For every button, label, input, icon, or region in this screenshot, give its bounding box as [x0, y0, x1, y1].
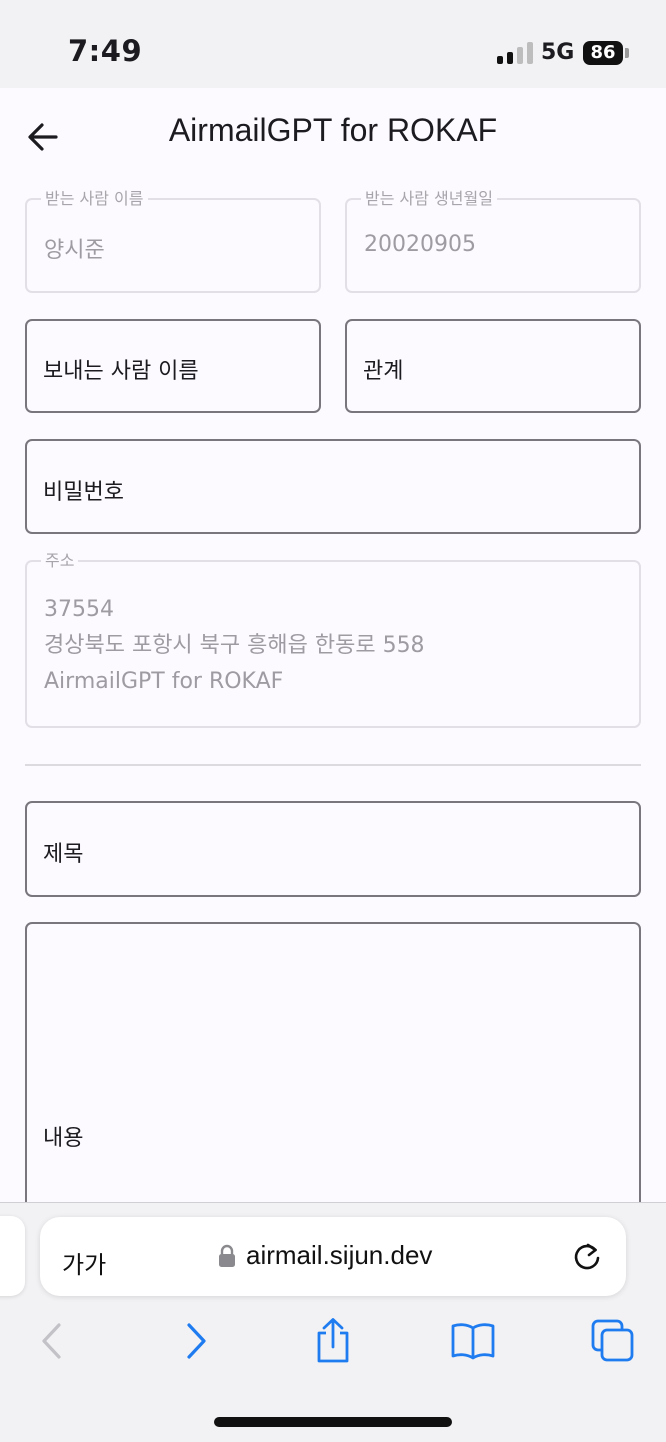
- page-title: AirmailGPT for ROKAF: [168, 112, 498, 148]
- tabs-icon[interactable]: [590, 1318, 636, 1364]
- battery-tip: [625, 48, 629, 58]
- reload-icon[interactable]: [571, 1239, 603, 1273]
- sender-name-placeholder: 보내는 사람 이름: [43, 359, 199, 384]
- relationship-input[interactable]: 관계: [345, 319, 641, 413]
- recipient-name-field: 받는 사람 이름 양시준: [25, 189, 321, 293]
- recipient-birth-field: 받는 사람 생년월일 20020905: [345, 189, 641, 293]
- divider: [25, 764, 641, 766]
- back-icon[interactable]: [30, 1318, 76, 1364]
- password-input[interactable]: 비밀번호: [25, 439, 641, 534]
- battery-icon: 86: [583, 41, 623, 65]
- address-line: 37554: [44, 597, 114, 622]
- address-field: 주소 37554 경상북도 포항시 북구 흥해읍 한동로 558 Airmail…: [25, 551, 641, 728]
- subject-placeholder: 제목: [43, 842, 84, 867]
- url-text[interactable]: airmail.sijun.dev: [246, 1240, 432, 1271]
- network-type: 5G: [541, 40, 575, 65]
- sender-name-input[interactable]: 보내는 사람 이름: [25, 319, 321, 413]
- home-indicator: [214, 1417, 452, 1427]
- relationship-placeholder: 관계: [363, 359, 404, 384]
- recipient-name-value: 양시준: [44, 238, 105, 263]
- subject-input[interactable]: 제목: [25, 801, 641, 897]
- recipient-birth-label: 받는 사람 생년월일: [361, 189, 497, 209]
- address-line: 경상북도 포항시 북구 흥해읍 한동로 558: [44, 633, 425, 658]
- signal-icon: [497, 42, 533, 64]
- bookmarks-icon[interactable]: [450, 1318, 496, 1364]
- content-placeholder: 내용: [43, 1126, 84, 1151]
- content-textarea[interactable]: 내용: [25, 922, 641, 1242]
- status-time: 7:49: [68, 34, 143, 68]
- recipient-birth-value: 20020905: [364, 232, 476, 257]
- lock-icon: [219, 1244, 235, 1267]
- address-value: 37554 경상북도 포항시 북구 흥해읍 한동로 558 AirmailGPT…: [44, 592, 425, 700]
- forward-icon[interactable]: [172, 1318, 218, 1364]
- password-placeholder: 비밀번호: [43, 480, 124, 505]
- share-icon[interactable]: [310, 1318, 356, 1364]
- recipient-name-label: 받는 사람 이름: [41, 189, 148, 209]
- address-label: 주소: [41, 551, 79, 571]
- text-size-button[interactable]: 가가: [62, 1245, 106, 1280]
- previous-tab-preview[interactable]: [0, 1216, 25, 1296]
- address-line: AirmailGPT for ROKAF: [44, 669, 284, 694]
